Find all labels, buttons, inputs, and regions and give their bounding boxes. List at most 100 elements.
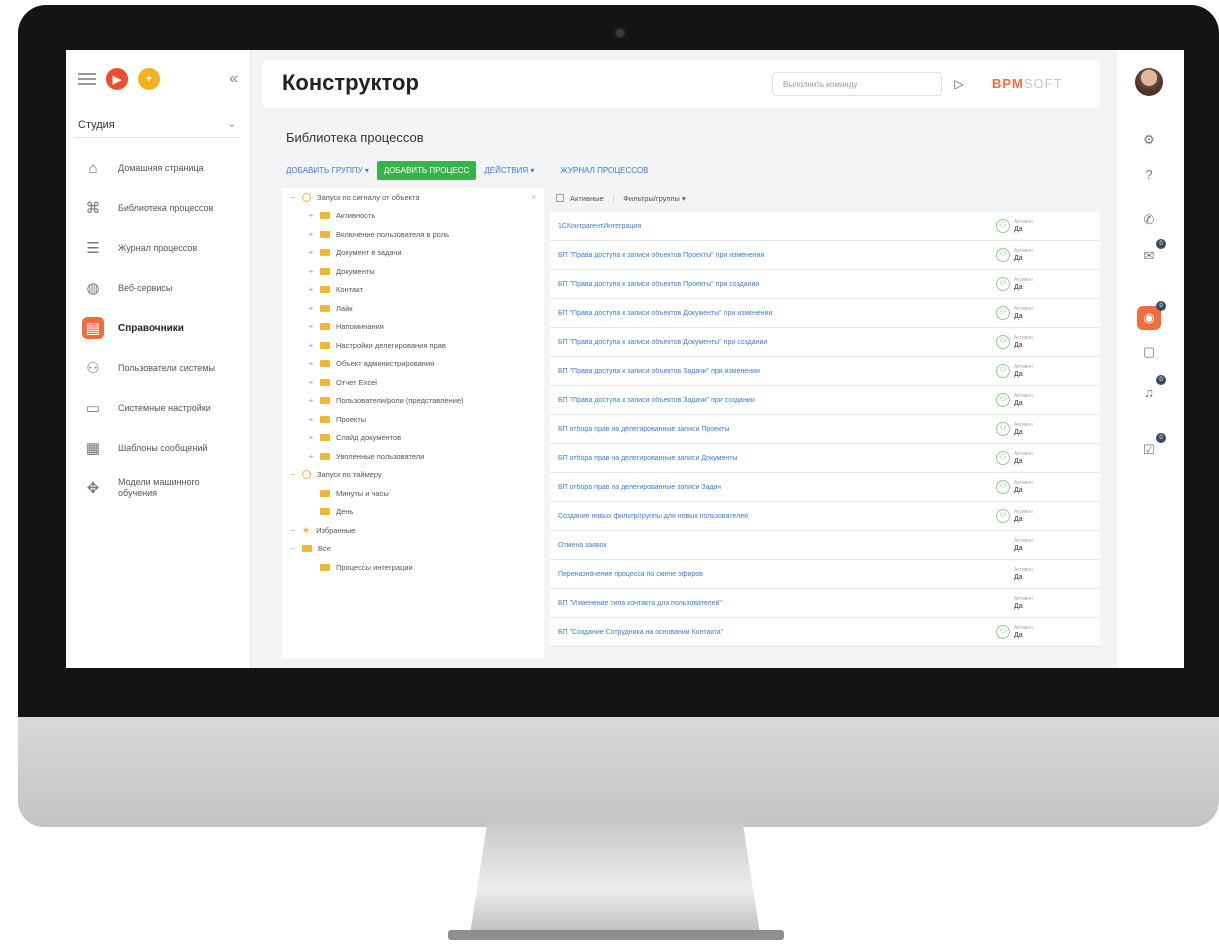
tree-toggle[interactable]: −: [288, 193, 298, 202]
process-row[interactable]: БП отбора прав на делегированные записи …: [550, 444, 1100, 473]
tree-node[interactable]: + Пользователи/роли (представление): [282, 392, 544, 411]
tree-node[interactable]: + Напоминания: [282, 318, 544, 337]
tree-node[interactable]: + Объект администрирования: [282, 355, 544, 374]
tree-node[interactable]: Минуты и часы: [282, 484, 544, 503]
actions-button[interactable]: Действия ▾: [484, 166, 534, 175]
tree-toggle[interactable]: +: [306, 396, 316, 405]
tree-toggle[interactable]: +: [306, 322, 316, 331]
tree-toggle[interactable]: +: [306, 230, 316, 239]
tree-node[interactable]: + Включение пользователя в роль: [282, 225, 544, 244]
tree-toggle[interactable]: +: [306, 211, 316, 220]
process-name-link[interactable]: 1СКонтрагентИнтеграция: [558, 223, 978, 230]
tree-node[interactable]: − Все: [282, 540, 544, 559]
collapse-sidebar-icon[interactable]: «: [229, 70, 238, 88]
tree-node[interactable]: − Запуск по сигналу от объекта ×: [282, 188, 544, 207]
process-row[interactable]: БП "Права доступа к записи объектов Зада…: [550, 386, 1100, 415]
process-name-link[interactable]: БП "Права доступа к записи объектов Доку…: [558, 310, 978, 317]
sidebar-item[interactable]: ⌘ Библиотека процессов: [66, 188, 250, 228]
tree-toggle[interactable]: +: [306, 267, 316, 276]
tree-node[interactable]: + Документы: [282, 262, 544, 281]
sidebar-item[interactable]: ✥ Модели машинного обучения: [66, 468, 250, 508]
run-command-icon[interactable]: ▷: [948, 72, 970, 96]
process-name-link[interactable]: Переназначение процесса по смене эфиров: [558, 571, 978, 578]
process-row[interactable]: БП "Изменение типа контакта для пользова…: [550, 589, 1100, 618]
process-name-link[interactable]: БП отбора прав на делегированные записи …: [558, 455, 978, 462]
email-icon[interactable]: ✉ 0: [1137, 239, 1166, 268]
sidebar-item[interactable]: ▤ Справочники: [66, 308, 250, 348]
sidebar-item[interactable]: ⌂ Домашняя страница: [66, 148, 250, 188]
tree-toggle[interactable]: −: [288, 470, 298, 479]
process-row[interactable]: Переназначение процесса по смене эфиров А…: [550, 560, 1100, 589]
process-row[interactable]: БП отбора прав на делегированные записи …: [550, 473, 1100, 502]
avatar[interactable]: [1135, 68, 1163, 96]
process-log-button[interactable]: Журнал процессов: [560, 166, 648, 175]
process-row[interactable]: Создание новых фильтр/группы для новых п…: [550, 502, 1100, 531]
tree-toggle[interactable]: +: [306, 415, 316, 424]
process-name-link[interactable]: БП "Права доступа к записи объектов Прое…: [558, 281, 978, 288]
tree-node[interactable]: + Слайд документов: [282, 429, 544, 448]
sidebar-item[interactable]: ⚇ Пользователи системы: [66, 348, 250, 388]
process-row[interactable]: БП "Права доступа к записи объектов Зада…: [550, 357, 1100, 386]
tree-toggle[interactable]: +: [306, 433, 316, 442]
sidebar-item[interactable]: ▦ Шаблоны сообщений: [66, 428, 250, 468]
tree-node[interactable]: + Уволенные пользователи: [282, 447, 544, 466]
tree-node[interactable]: + Лайк: [282, 299, 544, 318]
tree-node[interactable]: + Отчет Excel: [282, 373, 544, 392]
tree-toggle[interactable]: +: [306, 248, 316, 257]
process-name-link[interactable]: БП "Изменение типа контакта для пользова…: [558, 600, 978, 607]
settings-icon[interactable]: ⚙: [1137, 128, 1161, 152]
process-row[interactable]: БП отбора прав на делегированные записи …: [550, 415, 1100, 444]
sidebar-item[interactable]: ▭ Системные настройки: [66, 388, 250, 428]
process-name-link[interactable]: БП отбора прав на делегированные записи …: [558, 426, 978, 433]
tree-node[interactable]: + Настройки делегирования прав: [282, 336, 544, 355]
tree-toggle[interactable]: −: [288, 544, 298, 553]
add-group-button[interactable]: Добавить группу ▾: [286, 166, 369, 175]
phone-icon[interactable]: ✆: [1137, 208, 1161, 232]
tree-toggle[interactable]: +: [306, 378, 316, 387]
process-row[interactable]: БП "Права доступа к записи объектов Прое…: [550, 241, 1100, 270]
tree-toggle[interactable]: +: [306, 452, 316, 461]
tree-node[interactable]: Процессы интеграции: [282, 558, 544, 577]
notifications-icon[interactable]: ♫ 0: [1137, 375, 1166, 404]
tree-node[interactable]: − ★ Избранные: [282, 521, 544, 540]
tree-node[interactable]: + Контакт: [282, 281, 544, 300]
tree-node[interactable]: + Документ в задачи: [282, 244, 544, 263]
process-row[interactable]: Отмена заявок Активен Да: [550, 531, 1100, 560]
process-row[interactable]: БП "Создание Сотрудника на основании Кон…: [550, 618, 1100, 647]
command-input[interactable]: Выполнить команду: [772, 72, 942, 96]
tree-node[interactable]: − Запуск по таймеру: [282, 466, 544, 485]
sidebar-item[interactable]: ☰ Журнал процессов: [66, 228, 250, 268]
tree-toggle[interactable]: +: [306, 285, 316, 294]
menu-icon[interactable]: [78, 73, 96, 85]
tree-toggle[interactable]: +: [306, 359, 316, 368]
process-row[interactable]: БП "Права доступа к записи объектов Доку…: [550, 328, 1100, 357]
process-row[interactable]: БП "Права доступа к записи объектов Прое…: [550, 270, 1100, 299]
process-name-link[interactable]: Отмена заявок: [558, 542, 978, 549]
sidebar-item[interactable]: ◍ Веб-сервисы: [66, 268, 250, 308]
add-process-button[interactable]: Добавить процесс: [376, 160, 477, 180]
process-name-link[interactable]: БП "Создание Сотрудника на основании Кон…: [558, 629, 978, 636]
feed-icon[interactable]: ◉ 0: [1137, 301, 1166, 330]
process-row[interactable]: БП "Права доступа к записи объектов Доку…: [550, 299, 1100, 328]
process-run-icon[interactable]: ▶: [106, 68, 128, 90]
tree-toggle[interactable]: +: [306, 341, 316, 350]
tree-toggle[interactable]: +: [306, 304, 316, 313]
process-name-link[interactable]: БП отбора прав на делегированные записи …: [558, 484, 978, 491]
process-name-link[interactable]: БП "Права доступа к записи объектов Зада…: [558, 397, 978, 404]
tree-node[interactable]: + Проекты: [282, 410, 544, 429]
process-row[interactable]: 1СКонтрагентИнтеграция ⚇ Активен Да: [550, 212, 1100, 241]
help-icon[interactable]: ?: [1137, 162, 1161, 186]
workspace-selector[interactable]: Студия ⌄: [74, 112, 240, 138]
process-name-link[interactable]: БП "Права доступа к записи объектов Прое…: [558, 252, 978, 259]
tree-node[interactable]: День: [282, 503, 544, 522]
process-name-link[interactable]: БП "Права доступа к записи объектов Доку…: [558, 339, 978, 346]
add-icon[interactable]: +: [138, 68, 160, 90]
filters-groups-dropdown[interactable]: Фильтры/группы ▾: [623, 194, 686, 203]
process-name-link[interactable]: Создание новых фильтр/группы для новых п…: [558, 513, 978, 520]
close-icon[interactable]: ×: [531, 193, 536, 202]
tree-toggle[interactable]: −: [288, 526, 298, 535]
tasks-icon[interactable]: ☑ 0: [1137, 433, 1166, 462]
chat-icon[interactable]: ▢: [1137, 340, 1161, 364]
active-checkbox[interactable]: [556, 194, 564, 202]
process-name-link[interactable]: БП "Права доступа к записи объектов Зада…: [558, 368, 978, 375]
